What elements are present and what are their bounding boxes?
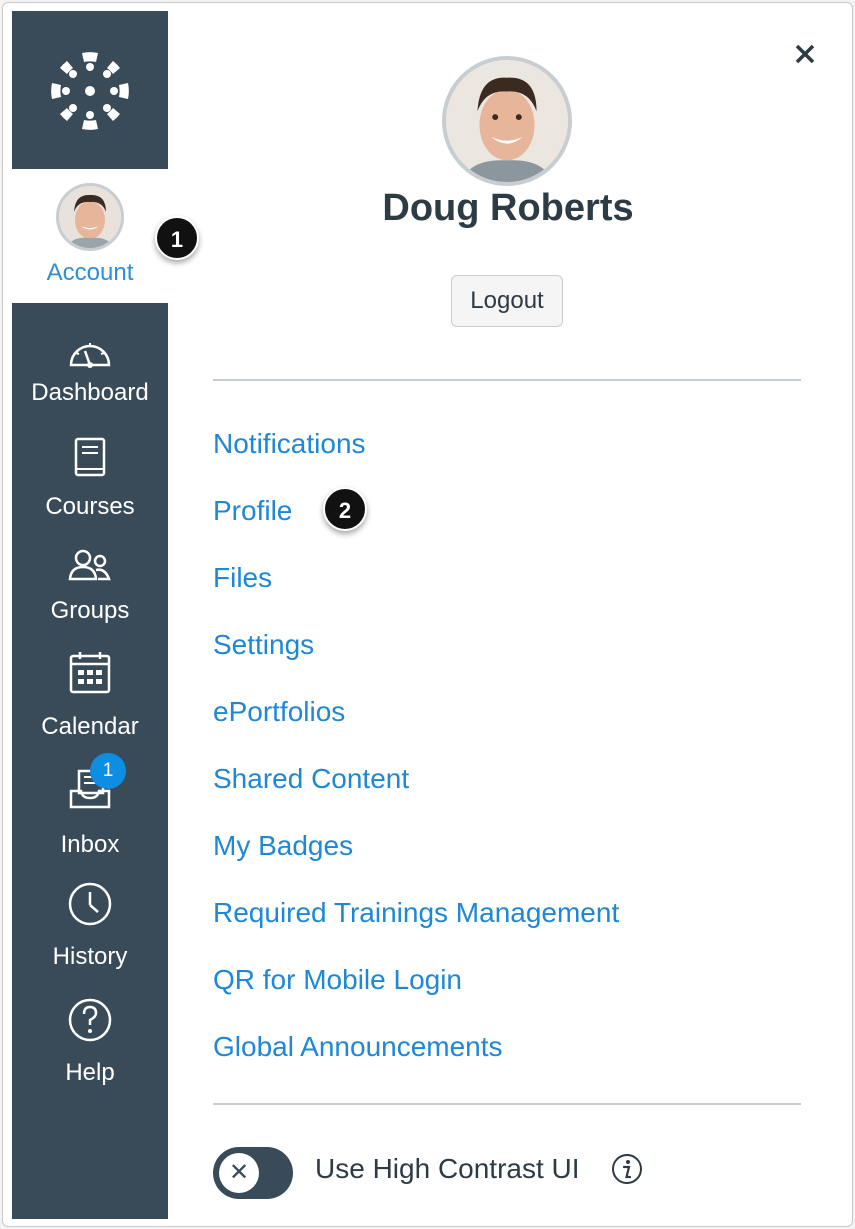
high-contrast-label: Use High Contrast UI (315, 1153, 580, 1184)
list-item: Files (213, 555, 803, 622)
divider-bottom (213, 1103, 801, 1105)
list-item: Global Announcements (213, 1024, 803, 1091)
account-tray-screenshot: Account Dashboard Courses Groups Calenda… (2, 2, 853, 1227)
nav-item-help[interactable]: Help (12, 985, 168, 1095)
nav-label-history: History (52, 943, 128, 970)
nav-label-groups: Groups (50, 597, 130, 624)
link-notifications[interactable]: Notifications (213, 428, 366, 459)
info-icon[interactable] (611, 1153, 643, 1185)
high-contrast-toggle[interactable]: ✕ (213, 1147, 293, 1199)
profile-avatar (442, 56, 572, 186)
groups-icon (68, 549, 111, 581)
nav-item-dashboard[interactable]: Dashboard (12, 313, 168, 423)
list-item: QR for Mobile Login (213, 957, 803, 1024)
close-icon[interactable] (790, 39, 820, 69)
link-profile[interactable]: Profile (213, 495, 292, 526)
calendar-icon (69, 652, 111, 694)
link-required-trainings[interactable]: Required Trainings Management (213, 897, 619, 928)
nav-item-history[interactable]: History (12, 869, 168, 979)
inbox-unread-badge: 1 (90, 753, 126, 789)
link-global-announcements[interactable]: Global Announcements (213, 1031, 503, 1062)
logout-button[interactable]: Logout (451, 275, 563, 327)
nav-label-inbox: Inbox (60, 831, 120, 858)
link-eportfolios[interactable]: ePortfolios (213, 696, 345, 727)
list-item: Settings (213, 622, 803, 689)
nav-label-help: Help (65, 1059, 115, 1086)
history-icon (68, 882, 112, 926)
canvas-logo[interactable] (12, 11, 168, 169)
toggle-off-icon: ✕ (219, 1153, 259, 1193)
list-item: Required Trainings Management (213, 890, 803, 957)
link-files[interactable]: Files (213, 562, 272, 593)
canvas-logo-icon (51, 52, 129, 130)
help-icon (68, 998, 112, 1042)
nav-item-courses[interactable]: Courses (12, 423, 168, 533)
nav-item-groups[interactable]: Groups (12, 533, 168, 643)
list-item: Notifications (213, 421, 803, 488)
account-links-list: Notifications Profile Files Settings ePo… (213, 421, 803, 1091)
list-item: Shared Content (213, 756, 803, 823)
nav-label-courses: Courses (45, 493, 135, 520)
nav-item-account[interactable]: Account (12, 169, 168, 303)
global-navigation: Account Dashboard Courses Groups Calenda… (12, 11, 168, 1219)
account-label: Account (46, 259, 134, 286)
link-my-badges[interactable]: My Badges (213, 830, 353, 861)
link-shared-content[interactable]: Shared Content (213, 763, 409, 794)
list-item: My Badges (213, 823, 803, 890)
list-item: ePortfolios (213, 689, 803, 756)
nav-item-calendar[interactable]: Calendar (12, 643, 168, 753)
link-settings[interactable]: Settings (213, 629, 314, 660)
list-item: Profile (213, 488, 803, 555)
courses-icon (74, 437, 106, 477)
nav-label-calendar: Calendar (41, 713, 139, 740)
user-name: Doug Roberts (382, 187, 634, 229)
callout-1: 1 (155, 216, 199, 260)
account-avatar (56, 183, 124, 251)
link-qr-mobile-login[interactable]: QR for Mobile Login (213, 964, 462, 995)
dashboard-icon (69, 343, 111, 368)
nav-label-dashboard: Dashboard (31, 379, 149, 406)
divider-top (213, 379, 801, 381)
